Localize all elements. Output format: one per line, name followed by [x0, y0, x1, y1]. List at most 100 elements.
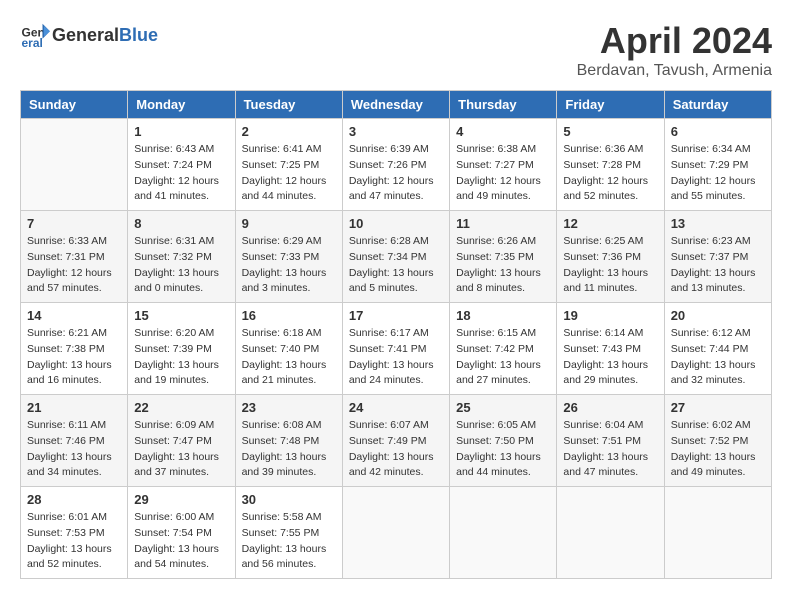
- day-info: Sunrise: 6:12 AM Sunset: 7:44 PM Dayligh…: [671, 326, 765, 389]
- day-info: Sunrise: 6:01 AM Sunset: 7:53 PM Dayligh…: [27, 510, 121, 573]
- day-info: Sunrise: 6:26 AM Sunset: 7:35 PM Dayligh…: [456, 234, 550, 297]
- calendar-body: 1 Sunrise: 6:43 AM Sunset: 7:24 PM Daylig…: [21, 119, 772, 579]
- day-info: Sunrise: 6:33 AM Sunset: 7:31 PM Dayligh…: [27, 234, 121, 297]
- calendar-cell: 29 Sunrise: 6:00 AM Sunset: 7:54 PM Dayli…: [128, 487, 235, 579]
- day-number: 29: [134, 492, 228, 507]
- day-number: 21: [27, 400, 121, 415]
- calendar-cell: [450, 487, 557, 579]
- day-number: 18: [456, 308, 550, 323]
- calendar-week-row: 1 Sunrise: 6:43 AM Sunset: 7:24 PM Daylig…: [21, 119, 772, 211]
- day-number: 20: [671, 308, 765, 323]
- day-number: 2: [242, 124, 336, 139]
- logo-general-text: General: [52, 25, 119, 45]
- day-info: Sunrise: 6:17 AM Sunset: 7:41 PM Dayligh…: [349, 326, 443, 389]
- day-info: Sunrise: 6:36 AM Sunset: 7:28 PM Dayligh…: [563, 142, 657, 205]
- day-number: 11: [456, 216, 550, 231]
- header: Gen eral GeneralBlue April 2024 Berdavan…: [20, 20, 772, 80]
- day-number: 7: [27, 216, 121, 231]
- day-info: Sunrise: 6:41 AM Sunset: 7:25 PM Dayligh…: [242, 142, 336, 205]
- calendar-week-row: 7 Sunrise: 6:33 AM Sunset: 7:31 PM Daylig…: [21, 211, 772, 303]
- calendar-week-row: 28 Sunrise: 6:01 AM Sunset: 7:53 PM Dayli…: [21, 487, 772, 579]
- calendar-cell: 17 Sunrise: 6:17 AM Sunset: 7:41 PM Dayli…: [342, 303, 449, 395]
- day-number: 30: [242, 492, 336, 507]
- day-number: 15: [134, 308, 228, 323]
- day-info: Sunrise: 6:07 AM Sunset: 7:49 PM Dayligh…: [349, 418, 443, 481]
- day-info: Sunrise: 6:21 AM Sunset: 7:38 PM Dayligh…: [27, 326, 121, 389]
- calendar-cell: 22Sunrise: 6:09 AM Sunset: 7:47 PM Dayli…: [128, 395, 235, 487]
- day-number: 26: [563, 400, 657, 415]
- day-info: Sunrise: 5:58 AM Sunset: 7:55 PM Dayligh…: [242, 510, 336, 573]
- day-info: Sunrise: 6:08 AM Sunset: 7:48 PM Dayligh…: [242, 418, 336, 481]
- calendar-cell: 14 Sunrise: 6:21 AM Sunset: 7:38 PM Dayli…: [21, 303, 128, 395]
- day-number: 4: [456, 124, 550, 139]
- day-info: Sunrise: 6:28 AM Sunset: 7:34 PM Dayligh…: [349, 234, 443, 297]
- calendar-week-row: 14 Sunrise: 6:21 AM Sunset: 7:38 PM Dayli…: [21, 303, 772, 395]
- calendar-week-row: 21Sunrise: 6:11 AM Sunset: 7:46 PM Dayli…: [21, 395, 772, 487]
- calendar-cell: 13Sunrise: 6:23 AM Sunset: 7:37 PM Dayli…: [664, 211, 771, 303]
- calendar-cell: 30 Sunrise: 5:58 AM Sunset: 7:55 PM Dayli…: [235, 487, 342, 579]
- calendar-cell: 24 Sunrise: 6:07 AM Sunset: 7:49 PM Dayli…: [342, 395, 449, 487]
- day-info: Sunrise: 6:00 AM Sunset: 7:54 PM Dayligh…: [134, 510, 228, 573]
- day-number: 6: [671, 124, 765, 139]
- calendar-cell: 3 Sunrise: 6:39 AM Sunset: 7:26 PM Daylig…: [342, 119, 449, 211]
- day-info: Sunrise: 6:43 AM Sunset: 7:24 PM Dayligh…: [134, 142, 228, 205]
- calendar-cell: 6 Sunrise: 6:34 AM Sunset: 7:29 PM Daylig…: [664, 119, 771, 211]
- day-info: Sunrise: 6:04 AM Sunset: 7:51 PM Dayligh…: [563, 418, 657, 481]
- day-number: 28: [27, 492, 121, 507]
- col-saturday: Saturday: [664, 91, 771, 119]
- day-number: 10: [349, 216, 443, 231]
- calendar-cell: 10 Sunrise: 6:28 AM Sunset: 7:34 PM Dayli…: [342, 211, 449, 303]
- calendar-cell: [664, 487, 771, 579]
- calendar-cell: [557, 487, 664, 579]
- day-info: Sunrise: 6:14 AM Sunset: 7:43 PM Dayligh…: [563, 326, 657, 389]
- day-number: 1: [134, 124, 228, 139]
- day-info: Sunrise: 6:29 AM Sunset: 7:33 PM Dayligh…: [242, 234, 336, 297]
- day-number: 13: [671, 216, 765, 231]
- calendar-cell: 18Sunrise: 6:15 AM Sunset: 7:42 PM Dayli…: [450, 303, 557, 395]
- day-number: 14: [27, 308, 121, 323]
- calendar-cell: 26 Sunrise: 6:04 AM Sunset: 7:51 PM Dayli…: [557, 395, 664, 487]
- calendar-header-row: Sunday Monday Tuesday Wednesday Thursday…: [21, 91, 772, 119]
- day-info: Sunrise: 6:18 AM Sunset: 7:40 PM Dayligh…: [242, 326, 336, 389]
- logo-blue-text: Blue: [119, 25, 158, 45]
- day-number: 9: [242, 216, 336, 231]
- calendar-cell: 2 Sunrise: 6:41 AM Sunset: 7:25 PM Daylig…: [235, 119, 342, 211]
- day-number: 12: [563, 216, 657, 231]
- calendar-cell: 9 Sunrise: 6:29 AM Sunset: 7:33 PM Daylig…: [235, 211, 342, 303]
- day-number: 17: [349, 308, 443, 323]
- calendar-cell: 25 Sunrise: 6:05 AM Sunset: 7:50 PM Dayli…: [450, 395, 557, 487]
- calendar-cell: 15Sunrise: 6:20 AM Sunset: 7:39 PM Dayli…: [128, 303, 235, 395]
- day-info: Sunrise: 6:38 AM Sunset: 7:27 PM Dayligh…: [456, 142, 550, 205]
- col-thursday: Thursday: [450, 91, 557, 119]
- calendar-cell: 8Sunrise: 6:31 AM Sunset: 7:32 PM Daylig…: [128, 211, 235, 303]
- calendar-cell: 5Sunrise: 6:36 AM Sunset: 7:28 PM Daylig…: [557, 119, 664, 211]
- month-title: April 2024: [577, 20, 772, 62]
- calendar-cell: [342, 487, 449, 579]
- calendar-cell: 7 Sunrise: 6:33 AM Sunset: 7:31 PM Daylig…: [21, 211, 128, 303]
- day-number: 27: [671, 400, 765, 415]
- day-info: Sunrise: 6:39 AM Sunset: 7:26 PM Dayligh…: [349, 142, 443, 205]
- day-info: Sunrise: 6:05 AM Sunset: 7:50 PM Dayligh…: [456, 418, 550, 481]
- calendar-cell: 4 Sunrise: 6:38 AM Sunset: 7:27 PM Daylig…: [450, 119, 557, 211]
- location-title: Berdavan, Tavush, Armenia: [577, 62, 772, 80]
- title-area: April 2024 Berdavan, Tavush, Armenia: [577, 20, 772, 80]
- day-number: 25: [456, 400, 550, 415]
- day-info: Sunrise: 6:34 AM Sunset: 7:29 PM Dayligh…: [671, 142, 765, 205]
- col-tuesday: Tuesday: [235, 91, 342, 119]
- day-number: 24: [349, 400, 443, 415]
- day-number: 22: [134, 400, 228, 415]
- day-info: Sunrise: 6:25 AM Sunset: 7:36 PM Dayligh…: [563, 234, 657, 297]
- calendar-table: Sunday Monday Tuesday Wednesday Thursday…: [20, 90, 772, 579]
- day-number: 3: [349, 124, 443, 139]
- col-wednesday: Wednesday: [342, 91, 449, 119]
- calendar-cell: 12 Sunrise: 6:25 AM Sunset: 7:36 PM Dayli…: [557, 211, 664, 303]
- day-number: 23: [242, 400, 336, 415]
- calendar-cell: 19Sunrise: 6:14 AM Sunset: 7:43 PM Dayli…: [557, 303, 664, 395]
- day-info: Sunrise: 6:02 AM Sunset: 7:52 PM Dayligh…: [671, 418, 765, 481]
- calendar-cell: [21, 119, 128, 211]
- calendar-cell: 1 Sunrise: 6:43 AM Sunset: 7:24 PM Daylig…: [128, 119, 235, 211]
- calendar-cell: 21Sunrise: 6:11 AM Sunset: 7:46 PM Dayli…: [21, 395, 128, 487]
- calendar-cell: 28 Sunrise: 6:01 AM Sunset: 7:53 PM Dayli…: [21, 487, 128, 579]
- col-monday: Monday: [128, 91, 235, 119]
- day-info: Sunrise: 6:31 AM Sunset: 7:32 PM Dayligh…: [134, 234, 228, 297]
